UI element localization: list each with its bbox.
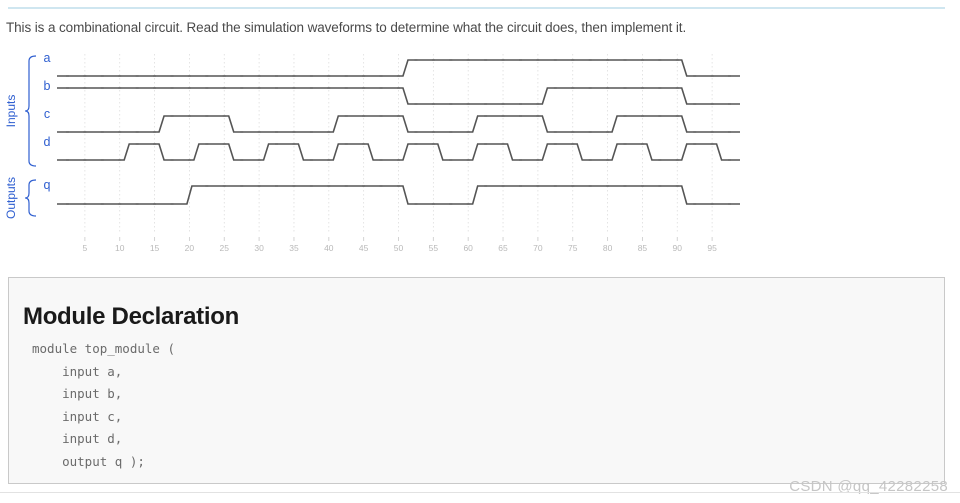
- tick-label: 65: [498, 243, 508, 253]
- tick-label: 5: [83, 243, 88, 253]
- tick-label: 75: [568, 243, 578, 253]
- tick-label: 35: [289, 243, 299, 253]
- tick-label: 95: [707, 243, 717, 253]
- module-declaration-code: module top_module ( input a, input b, in…: [32, 341, 175, 469]
- tick-label: 20: [185, 243, 195, 253]
- tick-label: 10: [115, 243, 125, 253]
- waveform-signal-labels: abcd q: [44, 51, 51, 192]
- bottom-divider: [0, 492, 960, 493]
- problem-description: This is a combinational circuit. Read th…: [6, 20, 687, 35]
- module-declaration-title: Module Declaration: [23, 303, 239, 330]
- outputs-group-label: Outputs: [4, 177, 18, 219]
- tick-label: 80: [603, 243, 613, 253]
- tick-label: 60: [463, 243, 473, 253]
- tick-label: 45: [359, 243, 369, 253]
- inputs-brace: [25, 55, 37, 167]
- waveform-tick-labels: 5 10 15 20 25 30 35 40 45 50 55 60 65 70 75 80 85 90 95: [83, 243, 718, 253]
- waveform-svg: abcdq InputsOutputs 5 10 15 20 25 30 35 40 45 50 5…: [4, 51, 740, 253]
- outputs-brace: [25, 179, 37, 217]
- tick-label: 85: [638, 243, 648, 253]
- signal-label-b: b: [44, 79, 51, 93]
- tick-label: 25: [220, 243, 230, 253]
- tick-label: 50: [394, 243, 404, 253]
- inputs-group-label: Inputs: [4, 95, 18, 128]
- tick-label: 15: [150, 243, 160, 253]
- signal-label-q: q: [44, 178, 51, 192]
- signal-label-a: a: [44, 51, 51, 65]
- tick-label: 55: [429, 243, 439, 253]
- waveform-diagram: abcdq Inputs Outputs 5 10 15 20 25 30 35 40 45 50 5…: [0, 48, 770, 263]
- waveform-axis-ticks: [84, 237, 713, 241]
- tick-label: 30: [254, 243, 264, 253]
- signal-label-d: d: [44, 135, 51, 149]
- tick-label: 90: [673, 243, 683, 253]
- module-declaration-panel: Module Declaration module top_module ( i…: [8, 277, 945, 484]
- tick-label: 40: [324, 243, 334, 253]
- waveform-group-braces: Inputs Outputs: [4, 55, 37, 219]
- tick-label: 70: [533, 243, 543, 253]
- signal-label-c: c: [44, 107, 50, 121]
- top-divider: [8, 7, 945, 9]
